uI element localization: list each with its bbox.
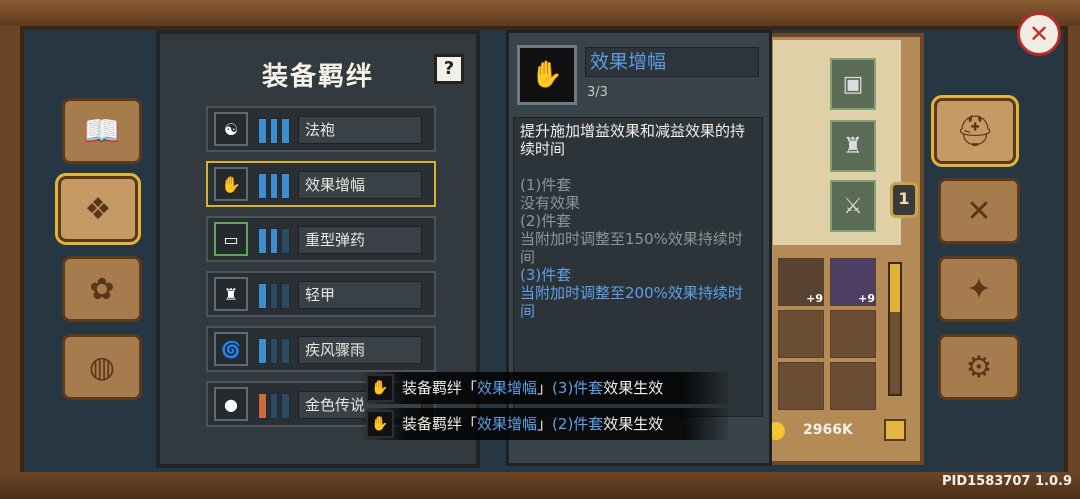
tier-1-label: (1)件套 bbox=[520, 176, 572, 194]
bag-item-2[interactable]: +9 bbox=[830, 258, 876, 306]
scroll-thumb[interactable] bbox=[890, 264, 900, 312]
set-row-heavy-ammo[interactable]: ▭ 重型弹药 bbox=[206, 216, 436, 262]
bag-item-1[interactable]: +9 bbox=[778, 258, 824, 306]
pray-hands-icon: ✋ bbox=[517, 45, 577, 105]
grid-menu-button[interactable] bbox=[884, 419, 906, 441]
set-tier-bars bbox=[258, 118, 291, 144]
chest-icon: ▣ bbox=[842, 71, 864, 97]
gear-icon: ⚙ bbox=[965, 349, 993, 385]
tier-2-label: (2)件套 bbox=[520, 212, 572, 230]
set-tier-bars bbox=[258, 393, 291, 419]
bag-cell[interactable] bbox=[830, 310, 876, 358]
set-tier-bars bbox=[258, 173, 291, 199]
tab-book[interactable]: 📖 bbox=[62, 98, 142, 164]
set-name: 轻甲 bbox=[298, 281, 422, 309]
version-label: PID1583707 1.0.9 bbox=[941, 474, 1072, 489]
equip-slot-armor[interactable]: ♜ bbox=[830, 120, 876, 172]
robe-icon: ☯ bbox=[214, 112, 248, 146]
star-icon: ✦ bbox=[966, 271, 992, 307]
tab-settings[interactable]: ⚙ bbox=[938, 334, 1020, 400]
set-name: 效果增幅 bbox=[298, 171, 422, 199]
tier-1-effect: 没有效果 bbox=[520, 194, 581, 212]
equip-slot-weapon[interactable]: ⚔ bbox=[830, 180, 876, 232]
tooltip-count: 3/3 bbox=[587, 85, 608, 100]
bag-scrollbar[interactable] bbox=[888, 262, 902, 396]
tier-3-effect: 当附加时调整至200%效果持续时间 bbox=[520, 284, 743, 320]
notification-text: 装备羁绊「效果增幅」(3)件套效果生效 bbox=[402, 379, 664, 397]
armor-icon: ♜ bbox=[214, 277, 248, 311]
tab-wheel[interactable]: ◍ bbox=[62, 334, 142, 400]
bag-cell[interactable] bbox=[778, 362, 824, 410]
wood-bottom-border bbox=[0, 472, 1080, 499]
close-button[interactable]: ✕ bbox=[1017, 12, 1061, 56]
set-row-light-armor[interactable]: ♜ 轻甲 bbox=[206, 271, 436, 317]
bag-grid: +9 +9 bbox=[778, 258, 880, 410]
helmet-icon: ⛑ bbox=[955, 113, 995, 149]
help-button[interactable]: ? bbox=[434, 54, 464, 84]
set-tier-bars bbox=[258, 228, 291, 254]
pray-hands-icon: ✋ bbox=[366, 410, 394, 438]
gold-count: 2966K bbox=[803, 422, 853, 438]
tab-character[interactable]: ⛑ bbox=[931, 95, 1019, 167]
notification: ✋ 装备羁绊「效果增幅」(2)件套效果生效 bbox=[362, 408, 728, 440]
notification: ✋ 装备羁绊「效果增幅」(3)件套效果生效 bbox=[362, 372, 728, 404]
armor-icon: ♜ bbox=[843, 133, 863, 159]
tier-3-label: (3)件套 bbox=[520, 266, 572, 284]
set-tier-bars bbox=[258, 283, 291, 309]
bag-cell[interactable] bbox=[778, 310, 824, 358]
set-row-effect-boost[interactable]: ✋ 效果增幅 bbox=[206, 161, 436, 207]
bullet-icon: ▭ bbox=[214, 222, 248, 256]
set-name: 重型弹药 bbox=[298, 226, 422, 254]
tornado-icon: 🌀 bbox=[214, 332, 248, 366]
tab-skills[interactable]: ✦ bbox=[938, 256, 1020, 322]
tab-materials[interactable]: ✿ bbox=[62, 256, 142, 322]
crossed-weapons-icon: ✕ bbox=[966, 193, 992, 229]
tab-sets[interactable]: ❖ bbox=[55, 173, 141, 245]
sword-icon: ⚔ bbox=[843, 193, 863, 219]
pray-hands-icon: ✋ bbox=[214, 167, 248, 201]
panel-title: 装备羁绊 bbox=[261, 62, 374, 92]
treasure-icon: ❖ bbox=[84, 191, 112, 227]
equip-slot-helmet[interactable]: ▣ bbox=[830, 58, 876, 110]
tooltip-set-name: 效果增幅 bbox=[585, 47, 759, 77]
set-row-robe[interactable]: ☯ 法袍 bbox=[206, 106, 436, 152]
pray-hands-icon: ✋ bbox=[366, 374, 394, 402]
bomb-icon: ● bbox=[214, 387, 248, 421]
tab-weapons[interactable]: ✕ bbox=[938, 178, 1020, 244]
badge-tab[interactable]: 1 bbox=[890, 182, 918, 218]
set-name: 法袍 bbox=[298, 116, 422, 144]
wheel-icon: ◍ bbox=[88, 349, 116, 385]
set-name: 疾风骤雨 bbox=[298, 336, 422, 364]
tier-2-effect: 当附加时调整至150%效果持续时间 bbox=[520, 230, 743, 266]
bag-cell[interactable] bbox=[830, 362, 876, 410]
book-icon: 📖 bbox=[83, 113, 121, 149]
orbs-icon: ✿ bbox=[89, 271, 115, 307]
wood-top-border bbox=[0, 0, 1080, 26]
set-row-storm[interactable]: 🌀 疾风骤雨 bbox=[206, 326, 436, 372]
close-icon: ✕ bbox=[1028, 20, 1050, 48]
set-tier-bars bbox=[258, 338, 291, 364]
tooltip-description: 提升施加增益效果和减益效果的持续时间 bbox=[520, 122, 746, 158]
notification-text: 装备羁绊「效果增幅」(2)件套效果生效 bbox=[402, 415, 664, 433]
